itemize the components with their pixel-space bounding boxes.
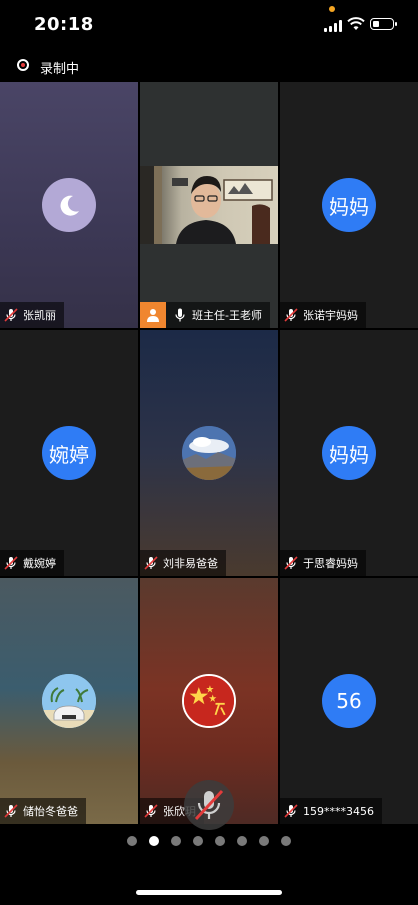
moon-avatar	[42, 178, 96, 232]
landscape-avatar	[182, 426, 236, 480]
participant-name: 刘非易爸爸	[163, 557, 218, 570]
page-indicator[interactable]	[0, 836, 418, 850]
car-photo	[42, 674, 96, 728]
record-icon	[17, 59, 29, 71]
participant-label: 159****3456	[280, 798, 382, 824]
participant-video	[140, 166, 278, 244]
participant-grid: 张凯丽 班主任-王老师 妈妈 张诺宇妈妈 婉婷 戴婉婷 刘非易爸爸 妈妈 于思睿…	[0, 82, 418, 824]
recording-indicator[interactable]: 录制中	[0, 52, 418, 82]
flag-avatar	[182, 674, 236, 728]
page-dot[interactable]	[215, 836, 225, 846]
text-avatar: 妈妈	[322, 178, 376, 232]
participant-label: 班主任-王老师	[140, 302, 270, 328]
cellular-signal-icon	[324, 20, 344, 32]
participant-tile-host[interactable]: 班主任-王老师	[140, 82, 278, 328]
participant-name: 159****3456	[303, 804, 374, 818]
participant-label: 于思睿妈妈	[280, 550, 366, 576]
participant-label: 张凯丽	[0, 302, 64, 328]
page-dot[interactable]	[171, 836, 181, 846]
mic-icon	[175, 308, 185, 322]
participant-label: 刘非易爸爸	[140, 550, 226, 576]
muted-mic-icon	[194, 789, 224, 821]
muted-mic-icon	[4, 308, 18, 322]
flag-photo	[184, 676, 234, 726]
participant-name: 班主任-王老师	[192, 309, 262, 322]
muted-mic-icon	[284, 308, 298, 322]
participant-tile[interactable]: 储怡冬爸爸	[0, 578, 138, 824]
muted-mic-icon	[284, 804, 298, 818]
participant-label: 储怡冬爸爸	[0, 798, 86, 824]
participant-name: 戴婉婷	[23, 557, 56, 570]
text-avatar: 妈妈	[322, 426, 376, 480]
home-indicator[interactable]	[136, 890, 282, 895]
wifi-icon	[347, 17, 365, 30]
participant-tile[interactable]: 婉婷 戴婉婷	[0, 330, 138, 576]
page-dot[interactable]	[281, 836, 291, 846]
muted-mic-icon	[4, 556, 18, 570]
page-dot[interactable]	[259, 836, 269, 846]
status-bar: 20:18	[0, 0, 418, 52]
participant-name: 储怡冬爸爸	[23, 805, 78, 818]
page-dot[interactable]	[149, 836, 159, 846]
page-dot[interactable]	[193, 836, 203, 846]
muted-mic-icon	[284, 556, 298, 570]
mute-toggle-button[interactable]	[184, 780, 234, 830]
status-time: 20:18	[34, 14, 94, 35]
participant-tile[interactable]: 张凯丽	[0, 82, 138, 328]
text-avatar: 56	[322, 674, 376, 728]
muted-mic-icon	[144, 556, 158, 570]
battery-icon	[370, 18, 397, 30]
muted-mic-icon	[144, 804, 158, 818]
page-dot[interactable]	[237, 836, 247, 846]
participant-tile[interactable]: 刘非易爸爸	[140, 330, 278, 576]
participant-tile[interactable]: 妈妈 张诺宇妈妈	[280, 82, 418, 328]
participant-tile[interactable]: 妈妈 于思睿妈妈	[280, 330, 418, 576]
page-dot[interactable]	[127, 836, 137, 846]
participant-name: 张凯丽	[23, 309, 56, 322]
recording-label: 录制中	[40, 62, 80, 77]
landscape-photo	[182, 426, 236, 480]
car-avatar	[42, 674, 96, 728]
participant-label: 张诺宇妈妈	[280, 302, 366, 328]
participant-name: 张诺宇妈妈	[303, 309, 358, 322]
participant-name: 于思睿妈妈	[303, 557, 358, 570]
video-frame	[140, 166, 273, 244]
moon-icon	[60, 195, 79, 216]
person-icon	[147, 309, 159, 322]
muted-mic-icon	[4, 804, 18, 818]
participant-label: 戴婉婷	[0, 550, 64, 576]
participant-tile[interactable]: 56 159****3456	[280, 578, 418, 824]
host-badge	[140, 302, 166, 328]
mic-in-use-indicator	[329, 6, 335, 12]
text-avatar: 婉婷	[42, 426, 96, 480]
